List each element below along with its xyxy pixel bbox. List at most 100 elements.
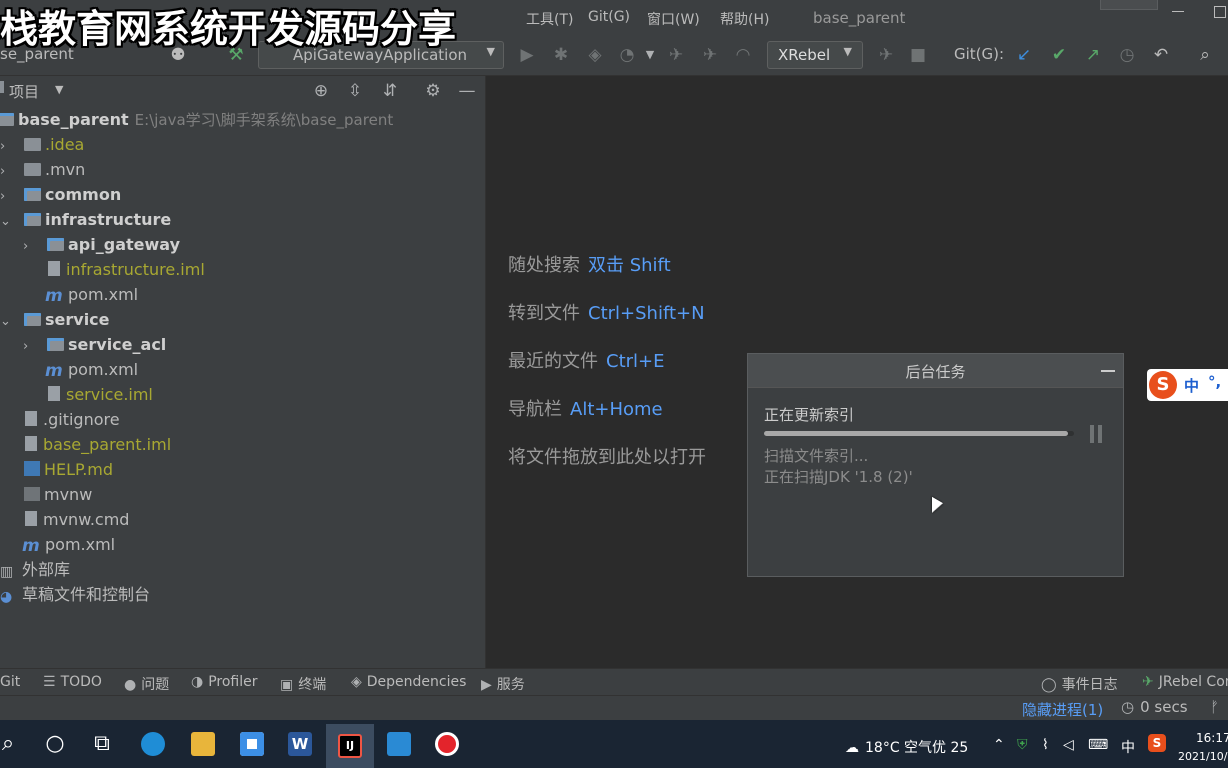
tree-item-pom-root[interactable]: m pom.xml [22, 532, 115, 557]
attach-icon[interactable]: ◠ [733, 45, 753, 65]
collapse-all-icon[interactable]: ⇵ [380, 81, 400, 101]
tree-item-service-iml[interactable]: service.iml [45, 382, 153, 407]
git-push-icon[interactable]: ↗ [1083, 45, 1103, 65]
xrebel-agent-icon[interactable]: ✈ [876, 45, 896, 65]
tree-item-mvnw-cmd[interactable]: mvnw.cmd [22, 507, 129, 532]
store-icon[interactable] [236, 728, 268, 760]
tree-item-gitignore[interactable]: .gitignore [22, 407, 120, 432]
file-explorer-icon[interactable] [187, 728, 219, 760]
menu-help[interactable]: 帮助(H) [720, 9, 769, 29]
shield-icon[interactable]: ⛨ [1017, 737, 1028, 753]
list-icon: ☰ [43, 674, 56, 690]
menu-window[interactable]: 窗口(W) [647, 9, 700, 29]
folder-icon [24, 163, 41, 176]
chevron-right-icon[interactable]: › [0, 134, 14, 159]
jrebel-timer[interactable]: ◷ 0 secs [1121, 698, 1188, 716]
tree-item-api-gateway[interactable]: › api_gateway [23, 232, 180, 257]
search-icon[interactable]: ⌕ [0, 728, 24, 760]
tree-item-label: 草稿文件和控制台 [22, 585, 151, 604]
hide-panel-icon[interactable]: — [457, 81, 477, 101]
wifi-icon[interactable]: ⌇ [1042, 737, 1049, 753]
project-panel-title[interactable]: 项目 [9, 81, 39, 102]
word-icon[interactable]: W [284, 728, 316, 760]
run-icon[interactable]: ▶ [517, 45, 537, 65]
cortana-icon[interactable]: ○ [39, 728, 71, 760]
search-icon[interactable]: ⌕ [1195, 45, 1215, 65]
tree-item-infrastructure[interactable]: ⌄ infrastructure [0, 207, 171, 232]
chevron-right-icon[interactable]: › [23, 234, 37, 259]
cmd-file-icon [25, 511, 37, 526]
jrebel-run-icon[interactable]: ✈ [666, 45, 686, 65]
taskbar-ime-language[interactable]: 中 [1121, 737, 1135, 757]
chevron-down-icon[interactable]: ▼ [55, 83, 63, 96]
chevron-down-icon[interactable]: ⌄ [0, 309, 14, 334]
tree-item-common[interactable]: › common [0, 182, 121, 207]
tree-item-help-md[interactable]: HELP.md [22, 457, 113, 482]
xrebel-select[interactable]: XRebel ▼ [767, 41, 863, 69]
weather-widget[interactable]: ☁ 18°C 空气优 25 [845, 737, 968, 757]
task-view-icon[interactable]: ⧉ [86, 728, 118, 760]
tree-item-pom-service[interactable]: m pom.xml [45, 357, 138, 382]
tree-item-service[interactable]: ⌄ service [0, 307, 110, 332]
git-update-icon[interactable]: ↙ [1014, 45, 1034, 65]
ime-toolbar[interactable]: S 中 °, [1147, 369, 1228, 401]
gear-icon[interactable]: ⚙ [423, 81, 443, 101]
volume-icon[interactable]: ◁ [1063, 737, 1074, 753]
maximize-window-icon[interactable] [1214, 6, 1226, 18]
locate-file-icon[interactable]: ⊕ [311, 81, 331, 101]
clock-time[interactable]: 16:17 [1196, 731, 1228, 745]
show-hidden-icons-icon[interactable]: ⌃ [993, 737, 1005, 753]
tree-item-scratches[interactable]: ◕ 草稿文件和控制台 [0, 582, 150, 607]
pause-icon[interactable] [1090, 425, 1104, 443]
rollback-icon[interactable]: ↶ [1151, 45, 1171, 65]
hidden-processes-link[interactable]: 隐藏进程(1) [1022, 699, 1103, 720]
vscode-icon[interactable] [383, 728, 415, 760]
ime-punctuation[interactable]: °, [1208, 373, 1221, 391]
tool-window-jrebel[interactable]: ✈ JRebel Con [1142, 674, 1228, 690]
stop-icon[interactable]: ■ [908, 45, 928, 65]
tool-window-todo[interactable]: ☰ TODO [43, 674, 102, 690]
chevron-down-icon[interactable]: ⌄ [0, 209, 14, 234]
coverage-icon[interactable]: ◈ [585, 45, 605, 65]
minimize-window-icon[interactable] [1172, 11, 1184, 12]
more-run-chevron-icon[interactable]: ▼ [640, 45, 660, 65]
chevron-right-icon[interactable]: › [0, 184, 14, 209]
debug-icon[interactable]: ✱ [551, 45, 571, 65]
chevron-right-icon[interactable]: › [0, 159, 14, 184]
tool-window-terminal[interactable]: ▣ 终端 [280, 674, 326, 694]
profile-icon[interactable]: ◔ [617, 45, 637, 65]
tree-item-external-libraries[interactable]: ▥ 外部库 [0, 557, 70, 582]
tree-item-mvn[interactable]: › .mvn [0, 157, 85, 182]
keyboard-icon[interactable]: ⌨ [1088, 737, 1108, 753]
minimize-popup-icon[interactable] [1101, 370, 1115, 372]
tree-item-service-acl[interactable]: › service_acl [23, 332, 166, 357]
module-folder-icon [24, 313, 41, 326]
jrebel-debug-icon[interactable]: ✈ [700, 45, 720, 65]
tree-item-mvnw[interactable]: mvnw [22, 482, 92, 507]
git-history-icon[interactable]: ◷ [1117, 45, 1137, 65]
chevron-right-icon[interactable]: › [23, 334, 37, 359]
git-commit-icon[interactable]: ✔ [1049, 45, 1069, 65]
menu-git[interactable]: Git(G) [588, 9, 630, 25]
tool-window-git[interactable]: Git [0, 674, 20, 690]
tool-window-services[interactable]: ▶ 服务 [481, 674, 525, 694]
tool-window-event-log[interactable]: ◯ 事件日志 [1041, 674, 1118, 694]
tree-item-infrastructure-iml[interactable]: infrastructure.iml [45, 257, 205, 282]
clock-date[interactable]: 2021/10/ [1178, 750, 1227, 763]
tool-window-profiler[interactable]: ◑ Profiler [191, 674, 258, 690]
tree-item-pom-infrastructure[interactable]: m pom.xml [45, 282, 138, 307]
git-branch-icon[interactable]: ᚠ [1210, 698, 1219, 716]
tree-root[interactable]: base_parent E:\java学习\脚手架系统\base_parent [0, 107, 393, 132]
sogou-tray-icon[interactable]: S [1148, 734, 1166, 752]
tree-item-idea[interactable]: › .idea [0, 132, 84, 157]
tool-window-dependencies[interactable]: ◈ Dependencies [351, 674, 466, 690]
expand-all-icon[interactable]: ⇳ [345, 81, 365, 101]
tool-window-problems[interactable]: ● 问题 [124, 674, 169, 694]
tree-item-base-parent-iml[interactable]: base_parent.iml [22, 432, 171, 457]
iml-file-icon [25, 436, 37, 451]
menu-tools[interactable]: 工具(T) [526, 9, 573, 29]
intellij-icon[interactable]: IJ [326, 724, 374, 768]
ime-language[interactable]: 中 [1184, 375, 1199, 396]
screen-recorder-icon[interactable] [431, 728, 463, 760]
edge-browser-icon[interactable] [137, 728, 169, 760]
